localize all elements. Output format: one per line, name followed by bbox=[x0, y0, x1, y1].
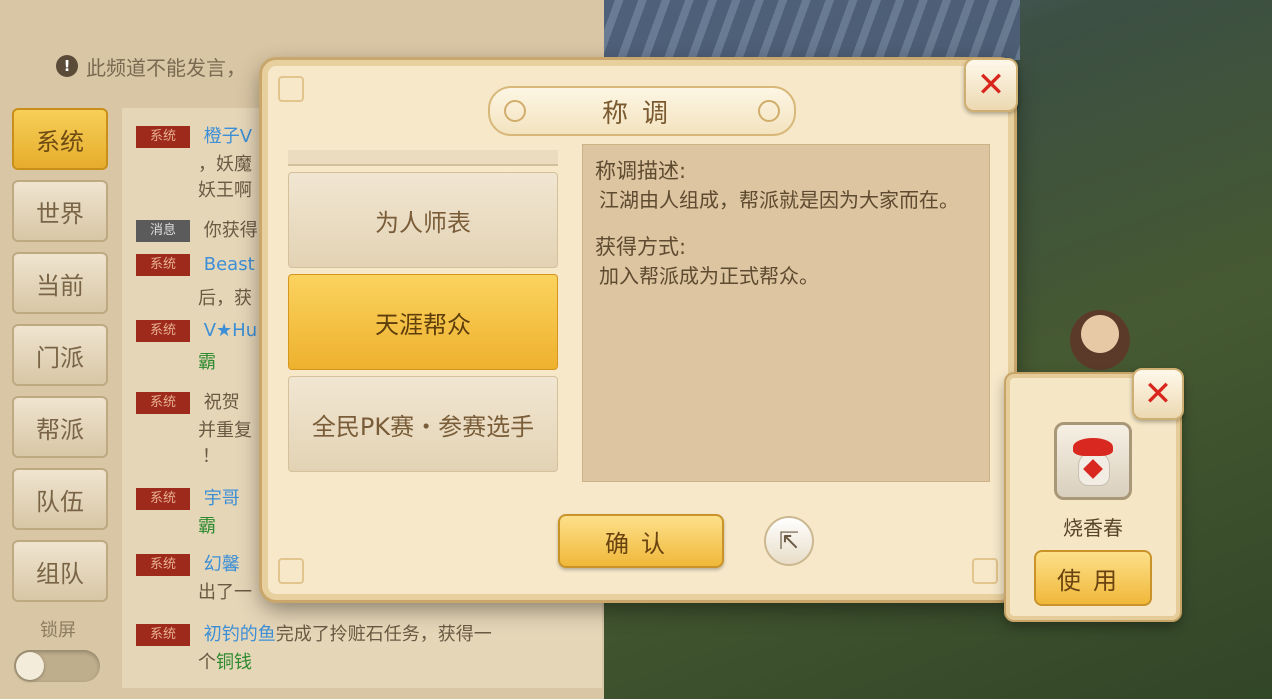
list-item: 消息 你获得 bbox=[136, 216, 258, 242]
list-item-cont: ！ bbox=[202, 446, 220, 467]
list-item-cont: 霸 bbox=[198, 516, 216, 537]
info-icon: ! bbox=[56, 55, 78, 77]
system-tag: 系统 bbox=[136, 392, 190, 414]
list-item: 系统 初钓的鱼完成了拎赃石任务，获得一 bbox=[136, 620, 492, 646]
item-link[interactable]: 铜钱 bbox=[216, 652, 252, 673]
list-item-cont: 妖王啊 bbox=[198, 180, 252, 201]
title-ornament-icon bbox=[504, 100, 526, 122]
dialog-close-button[interactable]: ✕ bbox=[964, 58, 1018, 112]
item-popup-close-button[interactable]: ✕ bbox=[1132, 368, 1184, 420]
share-button[interactable]: ⇱ bbox=[764, 516, 814, 566]
message-text: 你获得 bbox=[203, 220, 258, 241]
player-name-link[interactable]: 初钓的鱼 bbox=[204, 624, 276, 645]
list-item-cont: ，妖魔 bbox=[198, 154, 252, 175]
title-list-scroll-edge bbox=[288, 150, 558, 166]
item-name: 烧香春 bbox=[1063, 516, 1123, 540]
title-item-pk-contestant[interactable]: 全民PK赛・参赛选手 bbox=[288, 376, 558, 472]
list-item: 系统 橙子V bbox=[136, 122, 252, 148]
obtain-method-body: 加入帮派成为正式帮众。 bbox=[599, 264, 819, 288]
close-x-icon: ✕ bbox=[976, 65, 1006, 105]
wine-jar-icon bbox=[1073, 438, 1113, 486]
list-item: 系统 V★Hu bbox=[136, 320, 257, 342]
dialog-corner-ornament bbox=[972, 558, 998, 584]
channel-tab-group[interactable]: 组队 bbox=[12, 540, 108, 602]
channel-tab-guild[interactable]: 帮派 bbox=[12, 396, 108, 458]
list-item: 系统 Beast bbox=[136, 254, 255, 276]
scene-roof bbox=[600, 0, 1020, 60]
message-text: 祝贺 bbox=[203, 392, 240, 413]
dialog-title: 称调 bbox=[488, 86, 796, 136]
item-slot[interactable] bbox=[1054, 422, 1132, 500]
chat-notice: ! 此频道不能发言， bbox=[56, 48, 246, 84]
message-text: 完成了拎赃石任务，获得一 bbox=[275, 624, 492, 645]
system-tag: 系统 bbox=[136, 554, 190, 576]
channel-tab-sect[interactable]: 门派 bbox=[12, 324, 108, 386]
message-text: 个 bbox=[198, 652, 216, 673]
channel-tab-system[interactable]: 系统 bbox=[12, 108, 108, 170]
close-x-icon: ✕ bbox=[1143, 374, 1173, 414]
player-name-link[interactable]: 幻馨 bbox=[204, 554, 240, 575]
player-name-link[interactable]: 橙子V bbox=[204, 126, 252, 147]
chat-notice-text: 此频道不能发言， bbox=[86, 55, 246, 80]
title-item-guild-member[interactable]: 天涯帮众 bbox=[288, 274, 558, 370]
list-item-cont: 出了一 bbox=[198, 582, 252, 603]
title-description-panel: 称调描述: 江湖由人组成，帮派就是因为大家而在。 获得方式: 加入帮派成为正式帮… bbox=[582, 144, 990, 482]
dialog-corner-ornament bbox=[278, 558, 304, 584]
list-item-cont: 并重复 bbox=[198, 420, 252, 441]
lock-screen-label: 锁屏 bbox=[40, 620, 76, 641]
list-item: 系统 幻馨 bbox=[136, 550, 240, 576]
dialog-corner-ornament bbox=[278, 76, 304, 102]
channel-tab-team[interactable]: 队伍 bbox=[12, 468, 108, 530]
system-tag: 系统 bbox=[136, 624, 190, 646]
system-tag: 系统 bbox=[136, 126, 190, 148]
system-tag: 系统 bbox=[136, 320, 190, 342]
description-header: 称调描述: bbox=[595, 159, 687, 183]
channel-tab-world[interactable]: 世界 bbox=[12, 180, 108, 242]
title-list[interactable]: 为人师表 天涯帮众 全民PK赛・参赛选手 bbox=[288, 150, 562, 486]
scene-npc[interactable] bbox=[1070, 310, 1130, 370]
lock-toggle-knob[interactable] bbox=[16, 652, 44, 680]
player-name-link[interactable]: Beast bbox=[204, 254, 255, 275]
share-export-icon: ⇱ bbox=[778, 527, 800, 555]
title-ornament-icon bbox=[758, 100, 780, 122]
message-tag: 消息 bbox=[136, 220, 190, 242]
description-body: 江湖由人组成，帮派就是因为大家而在。 bbox=[599, 188, 959, 212]
use-item-button[interactable]: 使用 bbox=[1034, 550, 1152, 606]
list-item: 系统 祝贺 bbox=[136, 388, 240, 414]
lock-screen-toggle[interactable] bbox=[14, 650, 100, 682]
list-item: 系统 宇哥 bbox=[136, 484, 240, 510]
player-name-link[interactable]: 宇哥 bbox=[204, 488, 240, 509]
system-tag: 系统 bbox=[136, 254, 190, 276]
list-item-cont: 个铜钱 bbox=[198, 648, 252, 674]
list-item-cont: 霸 bbox=[198, 352, 216, 373]
system-tag: 系统 bbox=[136, 488, 190, 510]
title-dialog: 称调 为人师表 天涯帮众 全民PK赛・参赛选手 称调描述: 江湖由人组成，帮派就… bbox=[262, 60, 1014, 600]
list-item-cont: 后，获 bbox=[198, 288, 252, 309]
dialog-title-text: 称调 bbox=[601, 98, 682, 129]
player-name-link[interactable]: V★Hu bbox=[204, 320, 257, 341]
channel-tabs: 系统 世界 当前 门派 帮派 队伍 组队 bbox=[12, 108, 112, 612]
confirm-button[interactable]: 确认 bbox=[558, 514, 724, 568]
obtain-method-header: 获得方式: bbox=[595, 235, 687, 259]
channel-tab-current[interactable]: 当前 bbox=[12, 252, 108, 314]
title-item-teacher[interactable]: 为人师表 bbox=[288, 172, 558, 268]
